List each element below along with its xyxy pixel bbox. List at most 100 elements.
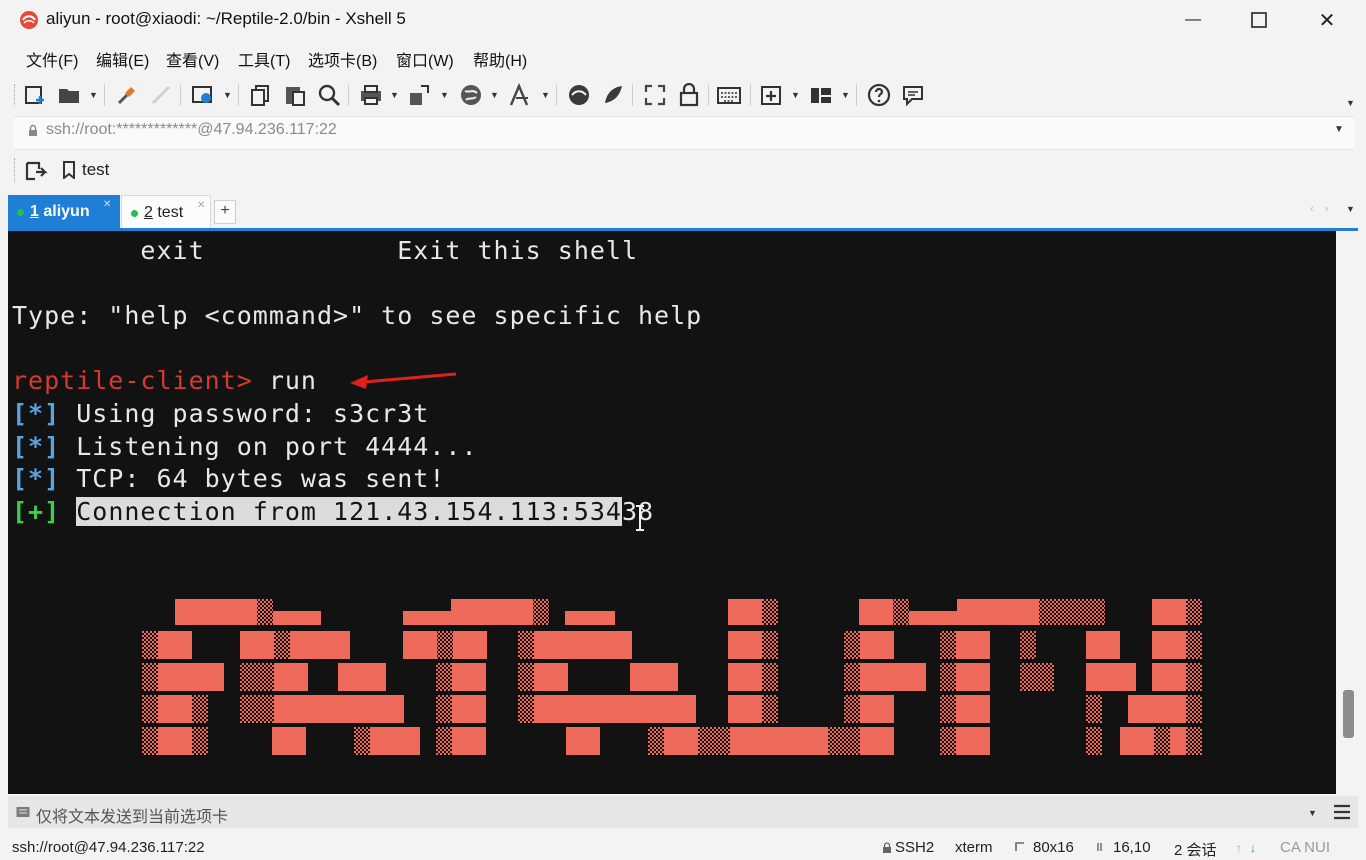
tab-title: aliyun — [43, 203, 90, 220]
entered-command: run — [252, 366, 317, 396]
info-marker: [*] — [12, 431, 61, 461]
xshell-logo-icon — [18, 9, 40, 31]
help-hint-text: Type: "help <command>" to see specific h… — [12, 301, 703, 331]
toolbar-separator — [632, 84, 633, 106]
maximize-button[interactable] — [1226, 0, 1292, 40]
upload-arrow-icon: ↑ — [1236, 841, 1242, 855]
address-input[interactable]: ssh://root:*************@47.94.236.117:2… — [46, 121, 337, 139]
tab-list-dropdown-icon[interactable]: ▼ — [1346, 204, 1355, 214]
globe-dropdown-icon[interactable]: ▼ — [490, 90, 500, 100]
font-dropdown-icon[interactable]: ▼ — [541, 90, 551, 100]
scrollbar-thumb[interactable] — [1343, 690, 1354, 738]
new-tab-icon[interactable] — [758, 82, 784, 108]
toolbar-separator — [348, 84, 349, 106]
status-cursor-icon — [1097, 842, 1105, 852]
compose-keyboard-icon — [16, 806, 30, 818]
close-window-button[interactable]: ✕ — [1294, 0, 1360, 40]
layout-icon[interactable] — [808, 82, 834, 108]
menu-tab[interactable]: 选项卡(B) — [308, 47, 377, 71]
toolbar-separator — [180, 84, 181, 106]
menu-help[interactable]: 帮助(H) — [473, 47, 527, 71]
tab-title: test — [157, 204, 184, 221]
help-icon[interactable] — [866, 82, 892, 108]
status-size-icon — [1015, 842, 1025, 852]
copy-icon[interactable] — [248, 82, 274, 108]
toolbar-separator — [856, 84, 857, 106]
tab-number: 2 — [144, 204, 153, 221]
window-title: aliyun - root@xiaodi: ~/Reptile-2.0/bin … — [46, 9, 406, 28]
info-marker: [*] — [12, 398, 61, 428]
lock-icon[interactable] — [676, 82, 702, 108]
toolbar-overflow-icon[interactable]: ▼ — [1346, 98, 1355, 108]
toolbar-separator — [708, 84, 709, 106]
status-cursor-position: 16,10 — [1113, 839, 1151, 856]
selected-connection-text: Connection from 121.43.154.113:534 — [76, 496, 622, 526]
info-marker: [*] — [12, 464, 61, 494]
new-session-icon[interactable] — [22, 82, 48, 108]
open-folder-icon[interactable] — [56, 82, 82, 108]
tab-aliyun[interactable]: 1 aliyun ✕ — [8, 195, 120, 229]
shell-prompt: reptile-client> — [12, 366, 253, 396]
status-caps-num: CA NUI — [1280, 839, 1331, 856]
print-dropdown-icon[interactable]: ▼ — [390, 90, 400, 100]
exit-description-text: Exit this shell — [397, 236, 639, 265]
disconnect-icon[interactable] — [148, 82, 174, 108]
toolbar-separator — [556, 84, 557, 106]
download-arrow-icon: ↓ — [1250, 841, 1256, 855]
tcp-sent-line: TCP: 64 bytes was sent! — [60, 464, 446, 494]
status-lock-icon — [882, 842, 892, 854]
menu-file[interactable]: 文件(F) — [26, 47, 78, 71]
toolbar-grip — [14, 84, 17, 106]
tab-close-icon[interactable]: ✕ — [103, 199, 111, 210]
print-icon[interactable] — [358, 82, 384, 108]
quick-command-bar — [14, 152, 1354, 188]
tab-close-icon[interactable]: ✕ — [197, 200, 205, 211]
transfer-dropdown-icon[interactable]: ▼ — [440, 90, 450, 100]
open-folder-dropdown-icon[interactable]: ▼ — [89, 90, 99, 100]
minimize-button[interactable]: — — [1160, 0, 1226, 40]
new-tab-dropdown-icon[interactable]: ▼ — [791, 90, 801, 100]
quick-send-icon[interactable] — [24, 160, 48, 182]
minimize-icon: — — [1185, 11, 1201, 28]
exit-command-text: exit — [12, 236, 205, 265]
keyboard-icon[interactable] — [716, 82, 742, 108]
quickbar-grip — [14, 158, 17, 182]
success-marker: [+] — [12, 496, 61, 526]
status-terminal-size: 80x16 — [1033, 839, 1074, 856]
transfer-icon[interactable] — [406, 82, 432, 108]
menu-window[interactable]: 窗口(W) — [396, 47, 454, 71]
globe-icon[interactable] — [458, 82, 484, 108]
status-terminal-type: xterm — [955, 839, 993, 856]
address-dropdown-icon[interactable]: ▼ — [1334, 124, 1344, 135]
status-session-count: 2 会话 — [1174, 842, 1217, 859]
properties-dropdown-icon[interactable]: ▼ — [223, 90, 233, 100]
toolbar-separator — [238, 84, 239, 106]
layout-dropdown-icon[interactable]: ▼ — [841, 90, 851, 100]
tab-test[interactable]: 2 test ✕ — [121, 195, 211, 229]
paste-icon[interactable] — [282, 82, 308, 108]
menu-tools[interactable]: 工具(T) — [238, 47, 290, 71]
add-tab-button[interactable]: + — [214, 200, 236, 224]
compose-input[interactable]: 仅将文本发送到当前选项卡 — [36, 803, 228, 827]
tab-label: 2 test — [144, 204, 183, 222]
menu-view[interactable]: 查看(V) — [166, 47, 219, 71]
hamburger-menu-icon[interactable] — [1332, 803, 1352, 821]
compose-target-dropdown-icon[interactable]: ▼ — [1308, 808, 1317, 818]
fullscreen-icon[interactable] — [642, 82, 668, 108]
status-host: ssh://root@47.94.236.117:22 — [12, 839, 205, 856]
connect-icon[interactable] — [114, 82, 140, 108]
listening-line: Listening on port 4444... — [60, 431, 478, 461]
address-lock-icon — [26, 124, 40, 138]
font-icon[interactable] — [508, 82, 534, 108]
menu-edit[interactable]: 编辑(E) — [96, 47, 149, 71]
tab-scroll-arrows-icon[interactable]: ‹ › — [1310, 203, 1332, 215]
xftp-icon[interactable] — [566, 82, 592, 108]
properties-icon[interactable] — [190, 82, 216, 108]
ascii-art-banner — [142, 599, 1202, 755]
annotation-arrow-icon — [350, 372, 457, 389]
quick-command-test[interactable]: test — [82, 160, 109, 180]
bookmark-icon[interactable] — [62, 161, 76, 179]
find-icon[interactable] — [316, 82, 342, 108]
chat-icon[interactable] — [900, 82, 926, 108]
xmanager-icon[interactable] — [600, 82, 626, 108]
